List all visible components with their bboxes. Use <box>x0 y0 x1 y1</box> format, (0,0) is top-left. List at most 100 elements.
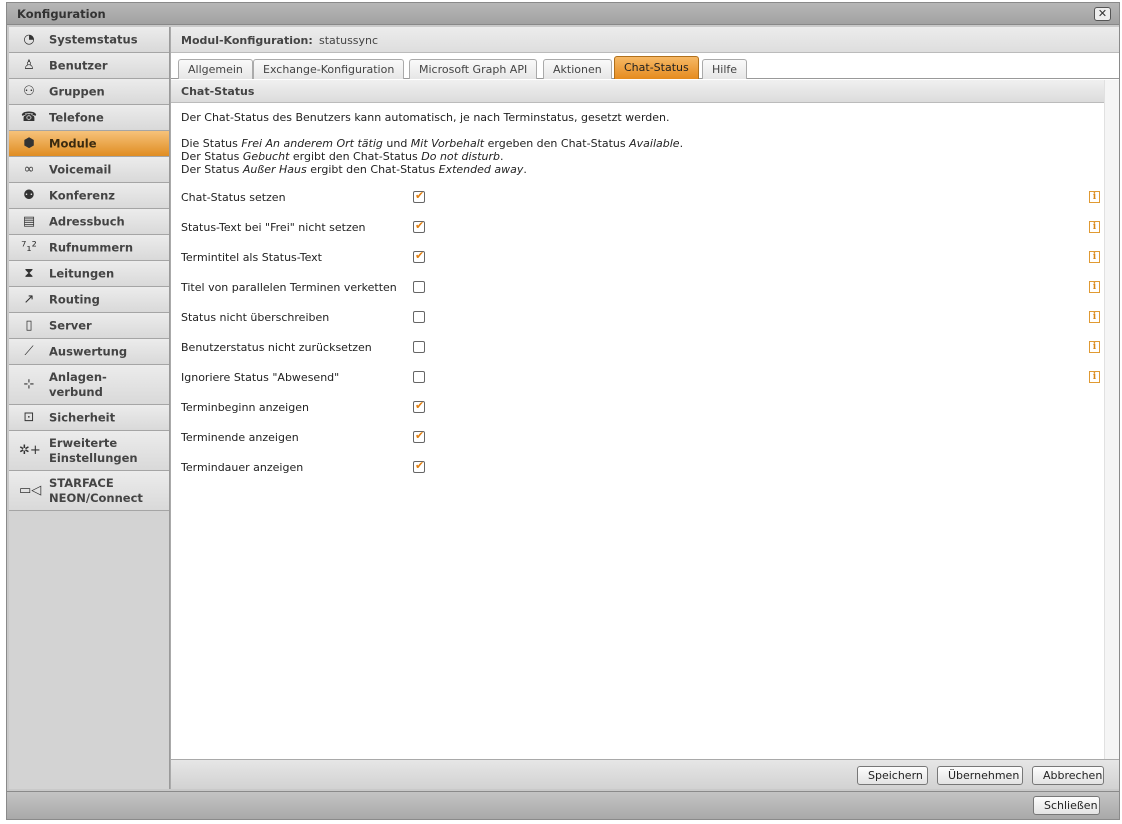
info-icon[interactable]: i <box>1089 191 1100 203</box>
option-row: Titel von parallelen Terminen verketten … <box>181 281 1101 297</box>
module-config-value: statussync <box>319 34 379 47</box>
apply-button[interactable]: Übernehmen <box>937 766 1023 785</box>
scrollbar[interactable] <box>1104 80 1119 759</box>
option-checkbox[interactable] <box>413 341 425 353</box>
mapping-line-away: Der Status Außer Haus ergibt den Chat-St… <box>181 163 527 176</box>
sidebar-item-routing[interactable]: ↗ Routing <box>9 287 169 313</box>
sidebar-item-gruppen[interactable]: ⚇ Gruppen <box>9 79 169 105</box>
window-title: Konfiguration <box>17 7 106 21</box>
mapping-line-available: Die Status Frei An anderem Ort tätig und… <box>181 137 684 150</box>
tab-aktionen[interactable]: Aktionen <box>543 59 612 79</box>
option-row: Status nicht überschreiben i <box>181 311 1101 327</box>
clock-icon: ◔ <box>23 31 35 47</box>
gear-plus-icon: ✲+ <box>19 442 41 458</box>
chart-icon: ⟋ <box>24 343 34 359</box>
sidebar-item-rufnummern[interactable]: ⁷₁² Rufnummern <box>9 235 169 261</box>
option-label: Terminende anzeigen <box>181 431 299 444</box>
option-label: Status-Text bei "Frei" nicht setzen <box>181 221 366 234</box>
info-icon[interactable]: i <box>1089 341 1100 353</box>
tab-chat-status[interactable]: Chat-Status <box>614 56 699 79</box>
sidebar-item-label: Sicherheit <box>49 410 116 424</box>
conference-icon: ⚉ <box>23 187 35 203</box>
info-icon[interactable]: i <box>1089 251 1100 263</box>
user-icon: ♙ <box>23 57 35 73</box>
save-button[interactable]: Speichern <box>857 766 928 785</box>
sidebar: ◔ Systemstatus ♙ Benutzer ⚇ Gruppen ☎ Te… <box>9 27 170 789</box>
option-row: Ignoriere Status "Abwesend" i <box>181 371 1101 387</box>
option-label: Terminbeginn anzeigen <box>181 401 309 414</box>
sidebar-item-starface-neon-connect[interactable]: ▭◁ STARFACE NEON/Connect <box>9 471 169 511</box>
option-label: Termindauer anzeigen <box>181 461 304 474</box>
sidebar-item-label: Leitungen <box>49 266 115 280</box>
sidebar-item-label: Server <box>49 318 92 332</box>
voicemail-icon: ∞ <box>23 161 35 177</box>
option-label: Chat-Status setzen <box>181 191 286 204</box>
option-row: Chat-Status setzen i <box>181 189 1101 207</box>
sidebar-item-adressbuch[interactable]: ▤ Adressbuch <box>9 209 169 235</box>
config-window: Konfiguration ✕ ◔ Systemstatus ♙ Benutze… <box>6 2 1120 820</box>
tab-hilfe[interactable]: Hilfe <box>702 59 748 79</box>
section-header: Chat-Status <box>171 80 1105 103</box>
status-mapping-text: Die Status Frei An anderem Ort tätig und… <box>181 137 683 176</box>
sidebar-item-label: Routing <box>49 292 100 306</box>
tab-exchange-konfiguration[interactable]: Exchange-Konfiguration <box>253 59 405 79</box>
sidebar-item-server[interactable]: ▯ Server <box>9 313 169 339</box>
sidebar-item-voicemail[interactable]: ∞ Voicemail <box>9 157 169 183</box>
option-checkbox[interactable] <box>413 249 425 263</box>
close-button[interactable]: Schließen <box>1033 796 1100 815</box>
phone-icon: ☎ <box>20 109 38 125</box>
sidebar-item-module[interactable]: ⬢ Module <box>9 131 169 157</box>
sidebar-item-telefone[interactable]: ☎ Telefone <box>9 105 169 131</box>
option-row: Benutzerstatus nicht zurücksetzen i <box>181 341 1101 357</box>
sidebar-item-auswertung[interactable]: ⟋ Auswertung <box>9 339 169 365</box>
option-label: Termintitel als Status-Text <box>181 251 322 264</box>
main-panel: Modul-Konfiguration: statussync Allgemei… <box>170 27 1119 789</box>
action-bar: Speichern Übernehmen Abbrechen <box>171 759 1119 789</box>
group-icon: ⚇ <box>23 83 35 99</box>
option-row: Status-Text bei "Frei" nicht setzen i <box>181 219 1101 237</box>
info-icon[interactable]: i <box>1089 311 1100 323</box>
tab-allgemein[interactable]: Allgemein <box>178 59 253 79</box>
cancel-button[interactable]: Abbrechen <box>1032 766 1104 785</box>
sidebar-item-label: STARFACE NEON/Connect <box>49 475 143 505</box>
option-checkbox[interactable] <box>413 429 425 443</box>
window-titlebar: Konfiguration ✕ <box>7 3 1119 25</box>
sidebar-item-benutzer[interactable]: ♙ Benutzer <box>9 53 169 79</box>
sidebar-item-label: Erweiterte Einstellungen <box>49 435 138 465</box>
option-checkbox[interactable] <box>413 189 425 203</box>
module-config-header: Modul-Konfiguration: statussync <box>171 27 1119 53</box>
tab-bar: Allgemein Exchange-Konfiguration Microso… <box>171 53 1119 79</box>
option-checkbox[interactable] <box>413 219 425 233</box>
option-checkbox[interactable] <box>413 399 425 413</box>
close-window-button[interactable]: ✕ <box>1094 7 1111 21</box>
option-checkbox[interactable] <box>413 459 425 473</box>
option-label: Status nicht überschreiben <box>181 311 330 324</box>
sidebar-item-label: Systemstatus <box>49 32 138 46</box>
sidebar-item-label: Benutzer <box>49 58 108 72</box>
info-icon[interactable]: i <box>1089 281 1100 293</box>
intro-text: Der Chat-Status des Benutzers kann autom… <box>181 111 670 124</box>
tab-microsoft-graph-api[interactable]: Microsoft Graph API <box>409 59 538 79</box>
numbers-icon: ⁷₁² <box>21 239 37 255</box>
plug-icon: ⧗ <box>24 265 34 281</box>
sidebar-item-label: Anlagen- verbund <box>49 369 107 399</box>
info-icon[interactable]: i <box>1089 371 1100 383</box>
option-row: Termintitel als Status-Text i <box>181 249 1101 267</box>
option-checkbox[interactable] <box>413 311 425 323</box>
option-checkbox[interactable] <box>413 371 425 383</box>
option-label: Ignoriere Status "Abwesend" <box>181 371 340 384</box>
option-checkbox[interactable] <box>413 281 425 293</box>
sidebar-item-label: Konferenz <box>49 188 115 202</box>
info-icon[interactable]: i <box>1089 221 1100 233</box>
sidebar-item-label: Rufnummern <box>49 240 134 254</box>
sidebar-item-label: Telefone <box>49 110 104 124</box>
sidebar-item-leitungen[interactable]: ⧗ Leitungen <box>9 261 169 287</box>
sidebar-item-systemstatus[interactable]: ◔ Systemstatus <box>9 27 169 53</box>
sidebar-item-erweiterte-einstellungen[interactable]: ✲+ Erweiterte Einstellungen <box>9 431 169 471</box>
mapping-line-dnd: Der Status Gebucht ergibt den Chat-Statu… <box>181 150 504 163</box>
sidebar-item-anlagenverbund[interactable]: ⊹ Anlagen- verbund <box>9 365 169 405</box>
server-icon: ▯ <box>25 317 33 333</box>
sidebar-item-konferenz[interactable]: ⚉ Konferenz <box>9 183 169 209</box>
sidebar-item-sicherheit[interactable]: ⊡ Sicherheit <box>9 405 169 431</box>
window-footer: Schließen <box>7 791 1119 819</box>
